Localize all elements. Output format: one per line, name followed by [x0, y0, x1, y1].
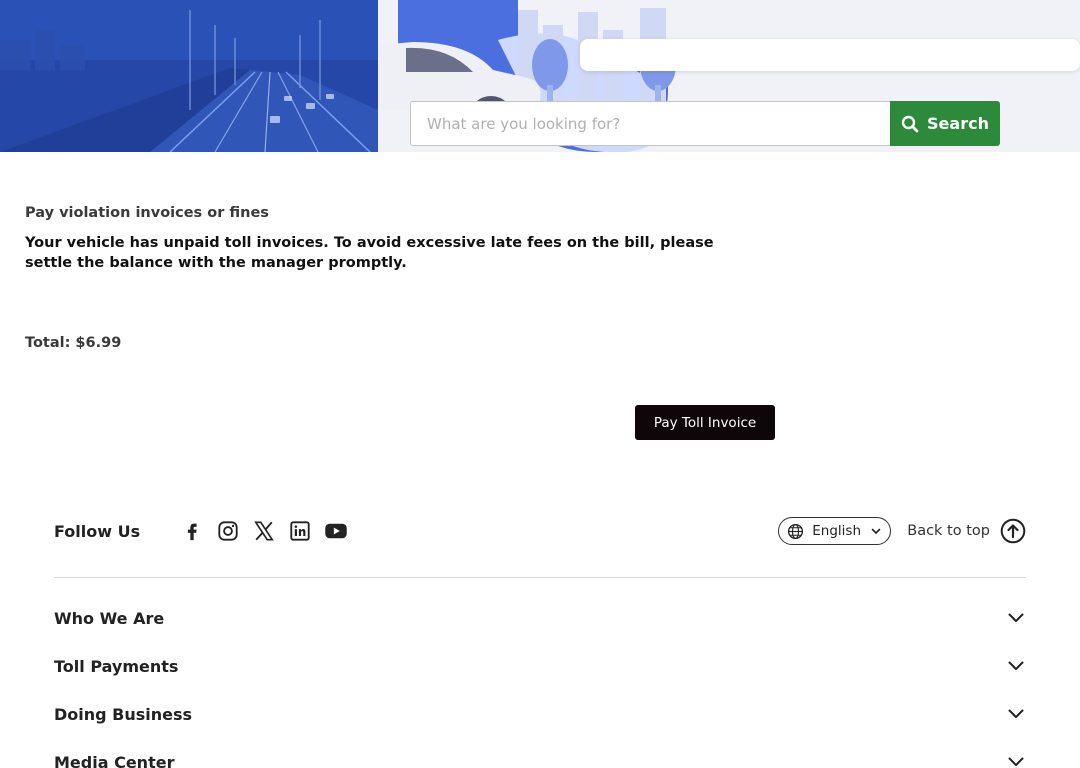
accordion-who-we-are[interactable]: Who We Are — [54, 594, 1026, 642]
chevron-down-icon — [1006, 704, 1026, 724]
accordion-label: Doing Business — [54, 704, 193, 724]
arrow-up-circle-icon — [1000, 518, 1026, 544]
footer-divider — [54, 577, 1026, 578]
total-value: $6.99 — [75, 335, 122, 351]
accordion-label: Media Center — [54, 752, 175, 768]
globe-icon — [787, 523, 804, 540]
page-heading: Pay violation invoices or fines — [25, 205, 269, 221]
chevron-down-icon — [1006, 752, 1026, 768]
accordion-media-center[interactable]: Media Center — [54, 738, 1026, 768]
x-icon[interactable] — [252, 519, 276, 543]
language-label: English — [812, 523, 861, 539]
search-icon — [901, 115, 919, 133]
youtube-icon[interactable] — [324, 519, 348, 543]
back-to-top-link[interactable]: Back to top — [907, 518, 1026, 544]
search-bar: Search — [410, 101, 1000, 146]
pay-toll-invoice-button[interactable]: Pay Toll Invoice — [635, 405, 775, 440]
invoice-total: Total: $6.99 — [25, 333, 121, 353]
accordion-label: Toll Payments — [54, 656, 179, 676]
chevron-down-icon — [1006, 608, 1026, 628]
floating-panel — [580, 39, 1080, 71]
linkedin-icon[interactable] — [288, 519, 312, 543]
chevron-down-icon — [1006, 656, 1026, 676]
accordion-doing-business[interactable]: Doing Business — [54, 690, 1026, 738]
hero-banner: Search — [0, 0, 1080, 152]
footer-social-row: Follow Us English Back to top — [54, 513, 1026, 549]
highway-photo — [0, 0, 378, 152]
accordion-toll-payments[interactable]: Toll Payments — [54, 642, 1026, 690]
instagram-icon[interactable] — [216, 519, 240, 543]
unpaid-notice: Your vehicle has unpaid toll invoices. T… — [25, 235, 714, 271]
invoice-section: Pay violation invoices or fines Your veh… — [25, 203, 785, 273]
facebook-icon[interactable] — [180, 519, 204, 543]
back-to-top-label: Back to top — [907, 523, 990, 539]
search-button-label: Search — [927, 114, 989, 133]
chevron-down-icon — [870, 525, 882, 537]
footer-tools: English Back to top — [778, 517, 1026, 545]
language-select[interactable]: English — [778, 517, 892, 545]
total-label: Total: — [25, 335, 71, 351]
footer-accordion: Who We Are Toll Payments Doing Business … — [54, 594, 1026, 768]
search-button[interactable]: Search — [890, 101, 1000, 146]
social-links — [180, 519, 348, 543]
accordion-label: Who We Are — [54, 608, 165, 628]
follow-us-label: Follow Us — [54, 521, 141, 541]
search-input[interactable] — [410, 101, 890, 146]
